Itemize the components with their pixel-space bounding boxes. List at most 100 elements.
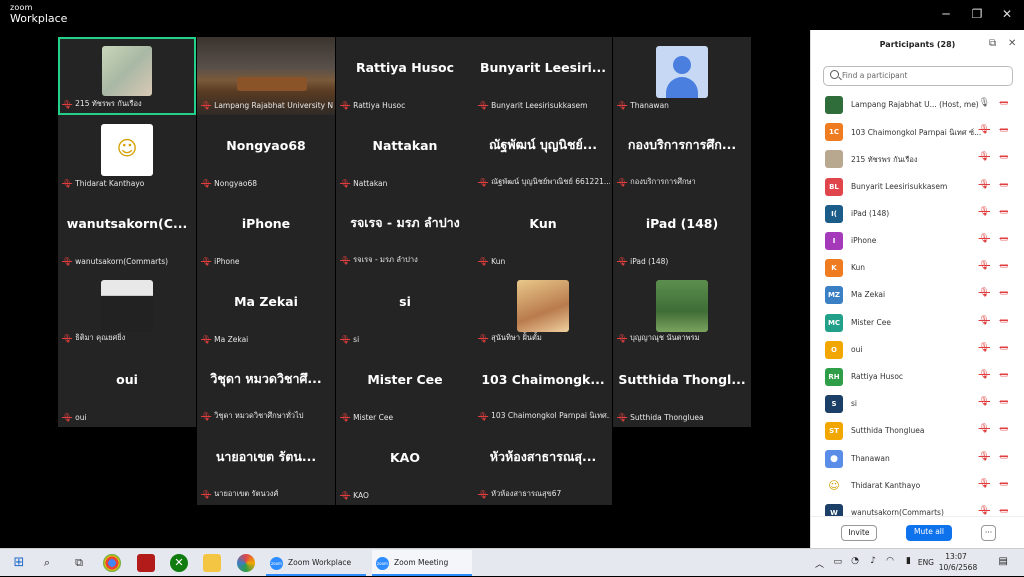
video-tile[interactable]: Mister Cee 🎙︎ Mister Cee [336,349,474,427]
video-tile[interactable]: iPad (148) 🎙︎ iPad (148) [613,193,751,271]
video-tile[interactable]: ณัฐพัฒน์ บุญนิชย์... 🎙︎ ณัฐพัฒน์ บุญนิชย์พ… [474,115,612,193]
video-off-icon[interactable]: ▭ [999,370,1008,380]
participant-row[interactable]: RH Rattiya Husoc 🎙︎ ▭ [811,364,1023,391]
video-tile[interactable]: oui 🎙︎ oui [58,349,196,427]
video-tile[interactable]: Bunyarit Leesiri... 🎙︎ Bunyarit Leesirisuk… [474,37,612,115]
video-off-icon[interactable]: ▭ [999,261,1008,271]
muted-mic-icon[interactable]: 🎙︎ [979,343,990,353]
taskbar-zoom-workplace[interactable]: zoom Zoom Workplace [266,550,366,576]
video-tile[interactable]: Kun 🎙︎ Kun [474,193,612,271]
video-off-icon[interactable]: ▭ [999,125,1008,135]
participant-row[interactable]: 215 ทัชรพร กันเรือง 🎙︎ ▭ [811,146,1023,173]
muted-mic-icon[interactable]: 🎙︎ [979,288,990,298]
file-explorer-icon[interactable] [203,554,221,572]
participant-row[interactable]: Ssi 🎙︎ ▭ [811,391,1023,418]
participant-row[interactable]: 1C 103 Chaimongkol Parnpai นิเทศ ซ์... 🎙︎ ▭ [811,119,1023,146]
muted-mic-icon[interactable]: 🎙︎ [979,506,990,516]
clock-date[interactable]: 10/6/2568 [934,563,982,572]
participant-row[interactable]: K Kun 🎙︎ ▭ [811,255,1023,282]
video-off-icon[interactable]: ▭ [999,152,1008,162]
participant-row[interactable]: I(iPad (148) 🎙︎ ▭ [811,201,1023,228]
video-tile[interactable]: 103 Chaimongk... 🎙︎ 103 Chaimongkol Parnpa… [474,349,612,427]
muted-mic-icon[interactable]: 🎙︎ [979,424,990,434]
video-tile[interactable]: si 🎙︎ si [336,271,474,349]
video-tile[interactable]: Rattiya Husoc 🎙︎ Rattiya Husoc [336,37,474,115]
clock-time[interactable]: 13:07 [936,552,976,561]
video-tile[interactable]: wanutsakorn(C... 🎙︎ wanutsakorn(Commarts) [58,193,196,271]
video-off-icon[interactable]: ▭ [999,397,1008,407]
popout-icon[interactable]: ⧉ [989,38,996,49]
muted-mic-icon[interactable]: 🎙︎ [979,370,990,380]
muted-mic-icon[interactable]: 🎙︎ [979,261,990,271]
video-tile[interactable]: Ma Zekai 🎙︎ Ma Zekai [197,271,335,349]
video-tile[interactable]: Nattakan 🎙︎ Nattakan [336,115,474,193]
participant-row[interactable]: BL Bunyarit Leesirisukkasem 🎙︎ ▭ [811,174,1023,201]
wifi-icon[interactable]: ◠ [886,556,894,566]
mic-icon[interactable]: 🎙︎ [979,98,990,108]
participant-row[interactable]: ● Thanawan 🎙︎ ▭ [811,446,1023,473]
video-off-icon[interactable]: ▭ [999,316,1008,326]
muted-mic-icon[interactable]: 🎙︎ [979,397,990,407]
video-tile[interactable]: รจเรจ - มรภ ลำปาง 🎙︎ รจเรจ - มรภ ลำปาง [336,193,474,271]
more-button[interactable]: ··· [981,525,996,541]
app-color-icon[interactable] [237,554,255,572]
close-panel-icon[interactable]: ✕ [1008,38,1016,49]
video-tile[interactable]: 🎙︎ บุญญาณุช นันตาพรม [613,271,751,349]
video-tile[interactable]: กองบริการการศึก... 🎙︎ กองบริการการศึกษา [613,115,751,193]
close-button[interactable]: ✕ [997,6,1017,22]
windows-start-icon[interactable]: ⊞ [10,554,28,572]
video-tile[interactable]: 🎙︎ Lampang Rajabhat University No.1 [197,37,335,115]
video-tile[interactable]: iPhone 🎙︎ iPhone [197,193,335,271]
video-tile[interactable]: วิชุดา หมวดวิชาศึ... 🎙︎ วิชุดา หมวดวิชาศึก… [197,349,335,427]
participant-row[interactable]: ☺ Thidarat Kanthayo 🎙︎ ▭ [811,473,1023,500]
muted-mic-icon[interactable]: 🎙︎ [979,234,990,244]
video-off-icon[interactable]: ▭ [999,506,1008,516]
chrome-icon[interactable] [103,554,121,572]
muted-mic-icon[interactable]: 🎙︎ [979,452,990,462]
video-off-icon[interactable]: ▭ [999,180,1008,190]
video-tile[interactable]: หัวห้องสาธารณสุ... 🎙︎ หัวห้องสาธารณสุข67 [474,427,612,505]
video-off-icon[interactable]: ▭ [999,288,1008,298]
battery-icon[interactable]: ▮ [906,556,911,566]
phone-link-icon[interactable]: ▭ [833,557,842,567]
minimize-button[interactable]: ─ [936,6,956,22]
video-tile[interactable]: Nongyao68 🎙︎ Nongyao68 [197,115,335,193]
chevron-up-icon[interactable]: ︿ [815,557,824,570]
task-view-icon[interactable]: ⧉ [70,554,88,572]
language-indicator[interactable]: ENG [918,558,934,567]
participant-row[interactable]: MZ Ma Zekai 🎙︎ ▭ [811,282,1023,309]
search-taskbar-icon[interactable]: ⌕ [38,554,56,572]
taskbar-zoom-meeting[interactable]: zoom Zoom Meeting [372,550,472,576]
app-red-icon[interactable] [137,554,155,572]
muted-mic-icon[interactable]: 🎙︎ [979,125,990,135]
mute-all-button[interactable]: Mute all [906,525,952,541]
video-tile[interactable]: นายอาเขต รัตน... 🎙︎ นายอาเขต รัตนวงศ์ [197,427,335,505]
video-tile[interactable]: ☺ 🎙︎ Thidarat Kanthayo [58,115,196,193]
video-off-icon[interactable]: ▭ [999,207,1008,217]
video-off-icon[interactable]: ▭ [999,343,1008,353]
video-tile[interactable]: KAO 🎙︎ KAO [336,427,474,505]
video-off-icon[interactable]: ▭ [999,234,1008,244]
video-tile[interactable]: 🎙︎ สุนันทิษา ฝั้นตั้ม [474,271,612,349]
invite-button[interactable]: Invite [841,525,877,541]
muted-mic-icon[interactable]: 🎙︎ [979,152,990,162]
video-off-icon[interactable]: ▭ [999,452,1008,462]
network-icon[interactable]: ◔ [851,556,859,566]
participant-row[interactable]: Ooui 🎙︎ ▭ [811,337,1023,364]
participant-row[interactable]: Lampang Rajabhat U... (Host, me) 🎙︎ ▭ [811,92,1023,119]
muted-mic-icon[interactable]: 🎙︎ [979,180,990,190]
video-tile[interactable]: Sutthida Thongl... 🎙︎ Sutthida Thongluea [613,349,751,427]
video-tile[interactable]: 🎙︎ Thanawan [613,37,751,115]
search-input[interactable]: Find a participant [823,66,1013,86]
muted-mic-icon[interactable]: 🎙︎ [979,316,990,326]
video-tile[interactable]: 🎙︎ 215 ทัชรพร กันเรือง [58,37,196,115]
participant-row[interactable]: ST Sutthida Thonglueа 🎙︎ ▭ [811,418,1023,445]
participant-row[interactable]: IiPhone 🎙︎ ▭ [811,228,1023,255]
video-off-icon[interactable]: ▭ [999,424,1008,434]
video-off-icon[interactable]: ▭ [999,98,1008,108]
participant-row[interactable]: MC Mister Cee 🎙︎ ▭ [811,310,1023,337]
video-tile[interactable]: 🎙︎ ธิติมา คุณยศยิ่ง [58,271,196,349]
muted-mic-icon[interactable]: 🎙︎ [979,207,990,217]
restore-button[interactable]: ❐ [967,6,987,22]
xbox-icon[interactable]: ✕ [170,554,188,572]
